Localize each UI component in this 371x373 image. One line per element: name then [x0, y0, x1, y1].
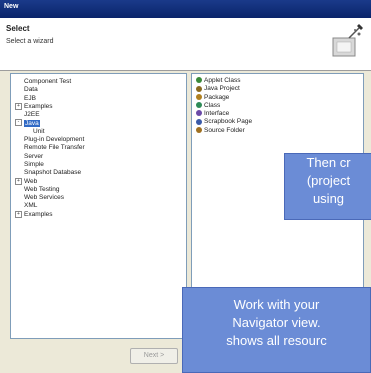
page-title: Select	[6, 24, 30, 33]
tree-item[interactable]: Simple	[11, 161, 186, 169]
wizard-items: Applet Class Java Project Package Class Inte…	[192, 74, 363, 135]
tree-item[interactable]: Unit	[11, 128, 186, 136]
page-subtitle: Select a wizard	[6, 38, 54, 45]
tree-item[interactable]: XML	[11, 202, 186, 210]
tree-item-label: Examples	[24, 103, 53, 111]
wizard-item-icon	[196, 118, 202, 125]
wizard-banner-icon	[332, 24, 363, 57]
wizard-item-icon	[196, 85, 202, 92]
window-title: New	[4, 3, 19, 10]
tree-item-label: Server	[24, 152, 44, 160]
callout-top-line: (project	[306, 173, 351, 188]
tree-item-label: Snapshot Database	[24, 169, 82, 177]
tree-item[interactable]: Server	[11, 153, 186, 161]
wizard-item-label: Interface	[204, 110, 230, 118]
tree-item[interactable]: + Web	[11, 177, 186, 186]
tree-item-label: Examples	[24, 210, 53, 218]
tree-item-label: Remote File Transfer	[24, 144, 85, 152]
wizard-item[interactable]: Interface	[196, 110, 363, 118]
wizard-item-icon	[196, 127, 202, 134]
tree-item-label: Plug-in Development	[24, 136, 85, 144]
wizard-item-icon	[196, 93, 202, 100]
tree-item[interactable]: + Examples	[11, 210, 186, 219]
next-button[interactable]: Next >	[130, 348, 178, 364]
callout-top: Then cr (project using	[284, 153, 371, 220]
wizard-item[interactable]: Java Project	[196, 85, 363, 93]
tree-item[interactable]: Data	[11, 86, 186, 94]
tree-item[interactable]: Component Test	[11, 78, 186, 86]
tree-item[interactable]: Snapshot Database	[11, 169, 186, 177]
callout-bottom-line: Work with your	[233, 297, 320, 312]
tree-item-label: J2EE	[24, 111, 40, 119]
wizard-header: Select Select a wizard	[0, 18, 371, 71]
wizard-item-label: Package	[204, 93, 230, 101]
tree-item-label: EJB	[24, 94, 36, 102]
tree-item-label: Component Test	[24, 78, 72, 85]
wizard-item[interactable]: Applet Class	[196, 77, 363, 85]
wizard-item[interactable]: Scrapbook Page	[196, 118, 363, 126]
tree-item[interactable]: J2EE	[11, 111, 186, 119]
tree-item[interactable]: EJB	[11, 95, 186, 103]
wizard-item-label: Source Folder	[204, 126, 245, 134]
wizard-item-label: Scrapbook Page	[204, 118, 253, 126]
wizard-item-icon	[196, 110, 202, 117]
tree-list: Component Test Data EJB + Examples J2EE - Java U…	[11, 74, 186, 219]
callout-bottom-line: Navigator view.	[232, 315, 321, 330]
tree-item[interactable]: Web Testing	[11, 186, 186, 194]
callout-bottom: Work with your Navigator view. shows all…	[182, 287, 371, 373]
tree-item-label: Web	[24, 177, 38, 185]
tree-item[interactable]: Remote File Transfer	[11, 144, 186, 152]
wizard-item[interactable]: Source Folder	[196, 127, 363, 135]
window-titlebar: New	[0, 0, 371, 18]
tree-item-label: Data	[24, 86, 38, 94]
tree-item[interactable]: Plug-in Development	[11, 136, 186, 144]
tree-item-label: Simple	[24, 160, 44, 168]
wizard-category-tree[interactable]: Component Test Data EJB + Examples J2EE - Java U…	[10, 73, 187, 339]
tree-expander-icon[interactable]: -	[15, 119, 22, 127]
tree-item-label: Web Services	[24, 194, 64, 202]
callout-top-line: Then cr	[306, 155, 351, 170]
tree-expander-icon[interactable]: +	[15, 102, 22, 110]
wizard-item-label: Class	[204, 101, 221, 109]
tree-expander-icon[interactable]: +	[15, 210, 22, 218]
tree-item[interactable]: - Java	[11, 119, 186, 127]
tree-item[interactable]: + Examples	[11, 102, 186, 111]
wizard-item[interactable]: Package	[196, 94, 363, 102]
callout-bottom-line: shows all resourc	[226, 333, 327, 348]
wizard-item-icon	[196, 77, 202, 84]
tree-item-label: XML	[24, 202, 38, 210]
wizard-item-label: Java Project	[204, 85, 240, 93]
tree-item-label: Java	[24, 119, 40, 127]
wizard-item[interactable]: Class	[196, 102, 363, 110]
tree-item[interactable]: Web Services	[11, 194, 186, 202]
wizard-item-label: Applet Class	[204, 77, 241, 84]
wizard-item-icon	[196, 102, 202, 109]
callout-top-line: using	[312, 191, 345, 206]
tree-expander-icon[interactable]: +	[15, 177, 22, 185]
tree-item-label: Unit	[33, 127, 45, 135]
tree-item-label: Web Testing	[24, 185, 60, 193]
